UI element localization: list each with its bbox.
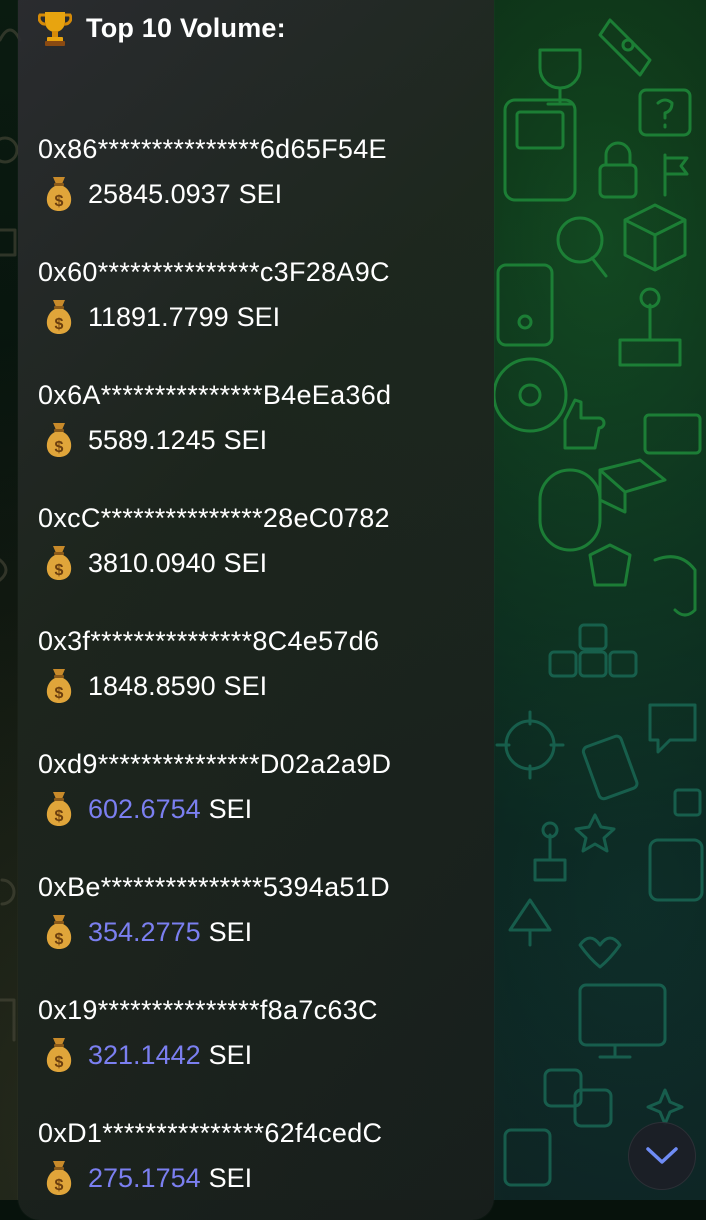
money-bag-icon: $ [46,423,72,457]
volume-row: $ 5589.1245 SEI [38,418,488,462]
volume-unit: SEI [208,1039,253,1070]
list-item: 0x3f***************8C4e57d6 $ 1848.8590 … [38,624,488,708]
message-title-row: Top 10 Volume: [38,8,286,48]
list-item: 0xBe***************5394a51D $ 354.2775 S… [38,870,488,954]
money-bag-icon: $ [46,669,72,703]
wallet-address: 0x19***************f8a7c63C [38,995,378,1025]
svg-text:$: $ [55,316,64,333]
volume-amount-link[interactable]: 354.2775 [88,917,201,948]
list-item: 0x86***************6d65F54E $ 25845.0937… [38,132,488,216]
volume-amount-link[interactable]: 275.1754 [88,1163,201,1194]
volume-unit: SEI [238,178,283,209]
volume-amount: 3810.0940 [88,547,216,578]
volume-row: $ 1848.8590 SEI [38,664,488,708]
volume-unit: SEI [223,424,268,455]
wallet-address: 0xcC***************28eC0782 [38,503,390,533]
volume-row: $ 354.2775 SEI [38,910,488,954]
volume-unit: SEI [236,301,281,332]
wallet-address: 0x86***************6d65F54E [38,134,387,164]
wallet-address: 0xd9***************D02a2a9D [38,749,392,779]
message-title: Top 10 Volume: [86,12,286,43]
list-item: 0xd9***************D02a2a9D $ 602.6754 S… [38,747,488,831]
svg-text:$: $ [55,931,64,948]
volume-unit: SEI [208,1162,253,1193]
volume-unit: SEI [223,547,268,578]
volume-row: $ 25845.0937 SEI [38,172,488,216]
svg-text:$: $ [55,808,64,825]
list-item: 0x60***************c3F28A9C $ 11891.7799… [38,255,488,339]
list-item: 0x19***************f8a7c63C $ 321.1442 S… [38,993,488,1077]
volume-amount: 5589.1245 [88,424,216,455]
svg-text:$: $ [55,1054,64,1071]
volume-amount: 11891.7799 [88,301,229,332]
svg-text:$: $ [55,562,64,579]
volume-amount-link[interactable]: 321.1442 [88,1040,201,1071]
money-bag-icon: $ [46,177,72,211]
money-bag-icon: $ [46,300,72,334]
volume-unit: SEI [223,670,268,701]
volume-row: $ 3810.0940 SEI [38,541,488,585]
volume-row: $ 11891.7799 SEI [38,295,488,339]
volume-amount: 1848.8590 [88,670,216,701]
scroll-to-bottom-button[interactable] [628,1122,696,1190]
money-bag-icon: $ [46,1038,72,1072]
wallet-address: 0x60***************c3F28A9C [38,257,390,287]
volume-unit: SEI [208,916,253,947]
volume-row: $ 275.1754 SEI [38,1156,488,1200]
svg-text:$: $ [55,1177,64,1194]
list-item: 0xD1***************62f4cedC $ 275.1754 S… [38,1116,488,1200]
wallet-address: 0xBe***************5394a51D [38,872,390,902]
money-bag-icon: $ [46,915,72,949]
volume-amount: 25845.0937 [88,178,231,209]
volume-amount-link[interactable]: 602.6754 [88,794,201,825]
svg-text:$: $ [55,193,64,210]
volume-row: $ 602.6754 SEI [38,787,488,831]
list-item: 0x6A***************B4eEa36d $ 5589.1245 … [38,378,488,462]
money-bag-icon: $ [46,546,72,580]
volume-row: $ 321.1442 SEI [38,1033,488,1077]
volume-unit: SEI [208,793,253,824]
money-bag-icon: $ [46,792,72,826]
wallet-address: 0xD1***************62f4cedC [38,1118,383,1148]
svg-text:$: $ [55,685,64,702]
list-item: 0xcC***************28eC0782 $ 3810.0940 … [38,501,488,585]
wallet-address: 0x6A***************B4eEa36d [38,380,392,410]
trophy-icon [38,12,72,46]
money-bag-icon: $ [46,1161,72,1195]
chevron-down-icon [646,1147,678,1164]
wallet-address: 0x3f***************8C4e57d6 [38,626,380,656]
svg-text:$: $ [55,439,64,456]
